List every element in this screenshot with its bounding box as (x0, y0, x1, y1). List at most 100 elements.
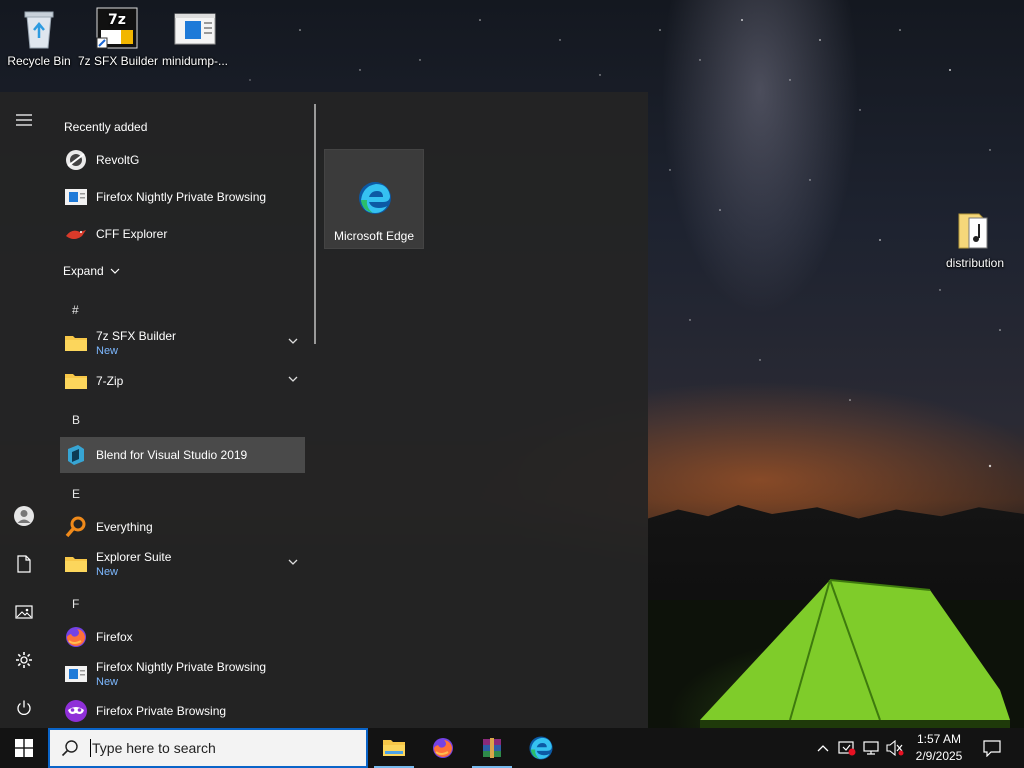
firefox-icon (433, 738, 453, 758)
pictures-button[interactable] (0, 594, 48, 630)
taskbar-clock[interactable]: 1:57 AM 2/9/2025 (904, 731, 974, 765)
show-hidden-icons-button[interactable] (812, 728, 834, 768)
taskbar-winrar[interactable] (468, 728, 516, 768)
hamburger-menu-button[interactable] (0, 102, 48, 138)
taskbar-firefox[interactable] (419, 728, 467, 768)
everything-search-icon (64, 515, 88, 539)
power-icon (17, 700, 31, 715)
desktop-icon-label: 7z SFX Builder (78, 54, 159, 68)
app-item-cff-explorer[interactable]: CFF Explorer (60, 216, 305, 252)
search-placeholder: Type here to search (92, 740, 216, 756)
taskbar-file-explorer[interactable] (370, 728, 418, 768)
taskbar: Type here to search 1:57 AM 2/9/2025 (0, 728, 1024, 768)
folder-icon (64, 331, 88, 355)
security-alert-icon (838, 741, 856, 756)
app-item-firefox-nightly-private[interactable]: Firefox Nightly Private Browsing New (60, 656, 305, 692)
clock-time: 1:57 AM (916, 732, 962, 746)
edge-icon (529, 736, 553, 760)
taskbar-edge[interactable] (517, 728, 565, 768)
winrar-icon (483, 738, 501, 758)
power-button[interactable] (0, 690, 48, 726)
app-name: 7z SFX Builder (96, 329, 177, 343)
documents-button[interactable] (0, 546, 48, 582)
tray-volume[interactable] (884, 728, 906, 768)
start-button[interactable] (0, 728, 48, 768)
desktop-icon-7z-sfx-builder[interactable]: 7z 7z SFX Builder (78, 6, 159, 68)
recently-added-heading: Recently added (64, 120, 148, 134)
expand-recent-button[interactable]: Expand (63, 264, 120, 278)
tray-security-alert[interactable] (836, 728, 858, 768)
user-account-icon (14, 506, 34, 526)
settings-button[interactable] (0, 642, 48, 678)
user-account-button[interactable] (0, 498, 48, 534)
search-icon (50, 730, 90, 766)
firefox-icon (64, 625, 88, 649)
tile-label: Microsoft Edge (333, 229, 415, 243)
windows-logo-icon (15, 739, 33, 757)
clock-date: 2/9/2025 (915, 749, 963, 763)
revoltg-icon (64, 148, 88, 172)
app-name: Explorer Suite (96, 550, 172, 564)
desktop-icon-distribution[interactable]: distribution (936, 208, 1014, 270)
chevron-down-icon[interactable] (287, 373, 299, 385)
app-name: Firefox Nightly Private Browsing (96, 660, 267, 674)
app-item-revoltg[interactable]: RevoltG (60, 142, 305, 178)
new-badge: New (96, 676, 119, 688)
text-cursor (90, 739, 91, 757)
action-center-button[interactable] (978, 728, 1006, 768)
cff-explorer-icon (64, 222, 88, 246)
taskbar-search-box[interactable]: Type here to search (48, 728, 368, 768)
expand-label: Expand (63, 264, 104, 278)
desktop-icon-label: minidump-... (161, 54, 229, 68)
group-header-e[interactable]: E (72, 487, 80, 501)
app-name: Firefox (96, 630, 133, 644)
action-center-icon (983, 740, 1001, 757)
start-menu: Recently added RevoltG Firefox Nightly P… (0, 92, 648, 728)
group-header-f[interactable]: F (72, 597, 79, 611)
app-name: CFF Explorer (96, 227, 168, 241)
app-item-everything[interactable]: Everything (60, 509, 305, 545)
new-badge: New (96, 345, 119, 357)
group-header-b[interactable]: B (72, 413, 80, 427)
app-item-blend-for-visual-studio-2019[interactable]: Blend for Visual Studio 2019 (60, 437, 305, 473)
app-name: 7-Zip (96, 374, 124, 388)
start-menu-app-list: Recently added RevoltG Firefox Nightly P… (48, 92, 310, 728)
app-folder-7zip[interactable]: 7-Zip (60, 363, 305, 399)
new-badge: New (96, 566, 119, 578)
app-item-firefox[interactable]: Firefox (60, 619, 305, 655)
edge-icon (357, 180, 393, 216)
file-explorer-icon (383, 740, 405, 756)
chevron-down-icon (110, 268, 120, 274)
documents-icon (17, 555, 31, 573)
svg-text:7z: 7z (108, 12, 126, 28)
wallpaper-tent (700, 579, 1010, 730)
app-item-firefox-nightly-private-recent[interactable]: Firefox Nightly Private Browsing (60, 179, 305, 215)
hamburger-menu-icon (16, 114, 32, 126)
app-list-scrollbar[interactable] (314, 104, 316, 344)
blend-icon (64, 443, 88, 467)
tray-network[interactable] (860, 728, 882, 768)
app-folder-7z-sfx-builder[interactable]: 7z SFX Builder New (60, 325, 305, 361)
settings-gear-icon (16, 652, 32, 668)
app-folder-explorer-suite[interactable]: Explorer Suite New (60, 546, 305, 582)
7z-sfx-builder-icon: 7z (95, 6, 139, 50)
app-window-icon (64, 185, 88, 209)
minidump-file-icon (173, 6, 217, 50)
group-header-hash[interactable]: # (72, 303, 79, 317)
chevron-up-icon (817, 745, 829, 752)
folder-icon (64, 552, 88, 576)
chevron-down-icon[interactable] (287, 335, 299, 347)
network-icon (863, 741, 879, 755)
app-name: Firefox Nightly Private Browsing (96, 190, 267, 204)
volume-muted-icon (886, 740, 904, 756)
app-item-firefox-private-browsing[interactable]: Firefox Private Browsing (60, 693, 305, 729)
chevron-down-icon[interactable] (287, 556, 299, 568)
app-name: Firefox Private Browsing (96, 704, 227, 718)
music-folder-icon (953, 208, 997, 252)
recycle-bin-icon (17, 6, 61, 50)
app-name: Blend for Visual Studio 2019 (96, 448, 248, 462)
desktop-icon-minidump[interactable]: minidump-... (156, 6, 234, 68)
tile-microsoft-edge[interactable]: Microsoft Edge (324, 149, 424, 249)
desktop-icon-recycle-bin[interactable]: Recycle Bin (0, 6, 78, 68)
pictures-icon (15, 605, 33, 619)
